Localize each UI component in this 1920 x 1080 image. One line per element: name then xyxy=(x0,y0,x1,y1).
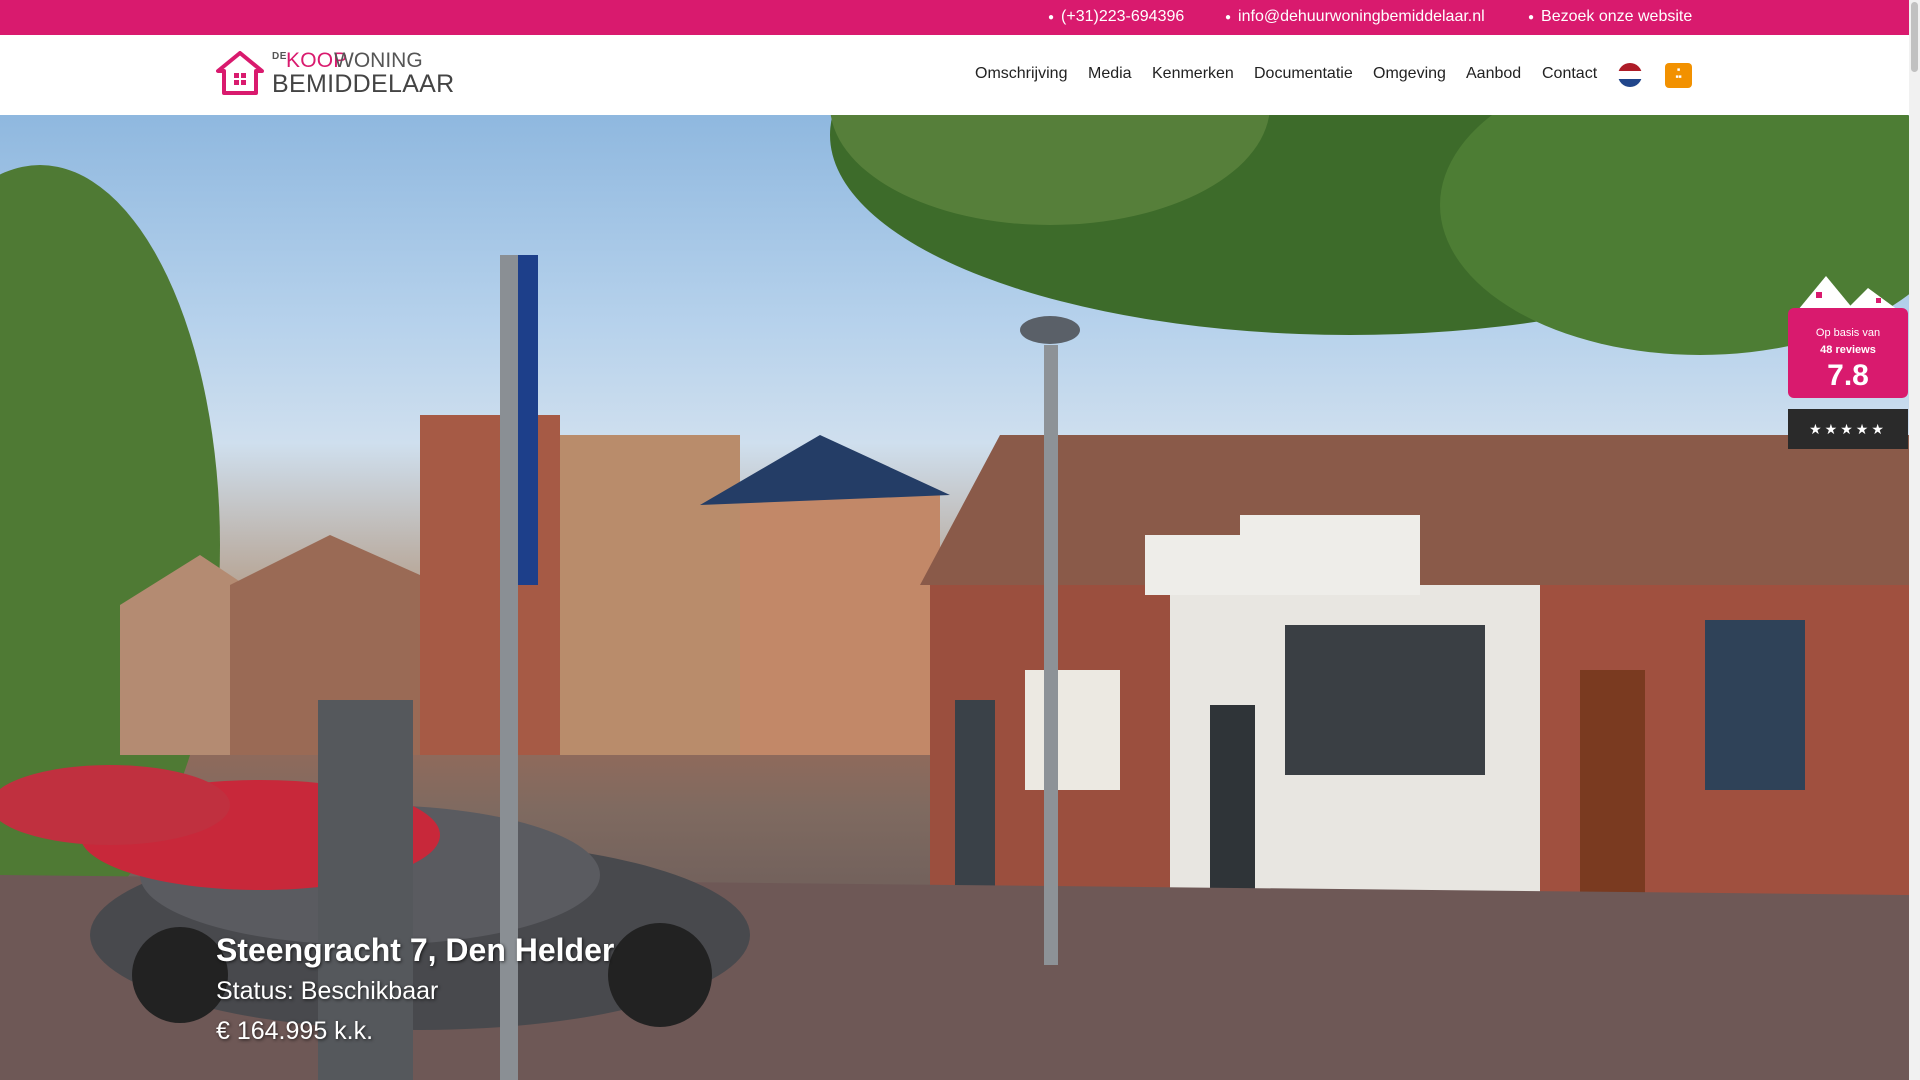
nav-omgeving[interactable]: Omgeving xyxy=(1373,65,1446,83)
phone-link[interactable]: ● (+31)223-694396 xyxy=(1048,8,1184,26)
site-logo[interactable]: DE KOOP WONING BEMIDDELAAR xyxy=(216,49,454,98)
nav-contact[interactable]: Contact xyxy=(1542,65,1597,83)
netherlands-flag-icon[interactable] xyxy=(1618,63,1642,87)
top-contact-bar: ● (+31)223-694396 ● info@dehuurwoningbem… xyxy=(0,0,1909,35)
house-logo-icon xyxy=(216,51,264,95)
review-stars: ★★★★★ xyxy=(1788,409,1908,449)
nav-kenmerken[interactable]: Kenmerken xyxy=(1152,65,1234,83)
scrollbar-thumb[interactable] xyxy=(1911,2,1918,72)
review-widget[interactable]: Op basis van 48 reviews 7.8 ★★★★★ xyxy=(1788,274,1908,449)
logo-bemiddelaar: BEMIDDELAAR xyxy=(272,70,455,98)
nav-omschrijving[interactable]: Omschrijving xyxy=(975,65,1067,83)
hero-banner: Steengracht 7, Den Helder Status: Beschi… xyxy=(0,115,1909,1080)
page-scrollbar[interactable] xyxy=(1909,0,1920,1080)
envelope-icon: ● xyxy=(1225,11,1232,23)
email-link[interactable]: ● info@dehuurwoningbemiddelaar.nl xyxy=(1225,8,1485,26)
phone-icon: ● xyxy=(1048,11,1055,23)
property-status: Status: Beschikbaar xyxy=(216,977,439,1005)
phone-number: (+31)223-694396 xyxy=(1061,8,1185,25)
globe-icon: ● xyxy=(1528,11,1535,23)
website-link[interactable]: ● Bezoek onze website xyxy=(1528,8,1692,26)
property-price: € 164.995 k.k. xyxy=(216,1017,374,1045)
site-header: DE KOOP WONING BEMIDDELAAR Omschrijving … xyxy=(0,35,1909,116)
email-address: info@dehuurwoningbemiddelaar.nl xyxy=(1238,8,1485,25)
review-count: 48 reviews xyxy=(1820,344,1876,356)
property-title: Steengracht 7, Den Helder xyxy=(216,932,615,968)
nav-media[interactable]: Media xyxy=(1088,65,1132,83)
review-score: 7.8 xyxy=(1827,359,1869,392)
certification-badge-icon[interactable]: ■ ■■ xyxy=(1665,63,1692,88)
logo-de: DE xyxy=(272,51,287,62)
website-label: Bezoek onze website xyxy=(1541,8,1693,25)
nav-documentatie[interactable]: Documentatie xyxy=(1254,65,1353,83)
nav-aanbod[interactable]: Aanbod xyxy=(1466,65,1521,83)
review-prefix: Op basis van xyxy=(1815,327,1881,339)
review-score-panel: Op basis van 48 reviews 7.8 xyxy=(1788,308,1908,398)
